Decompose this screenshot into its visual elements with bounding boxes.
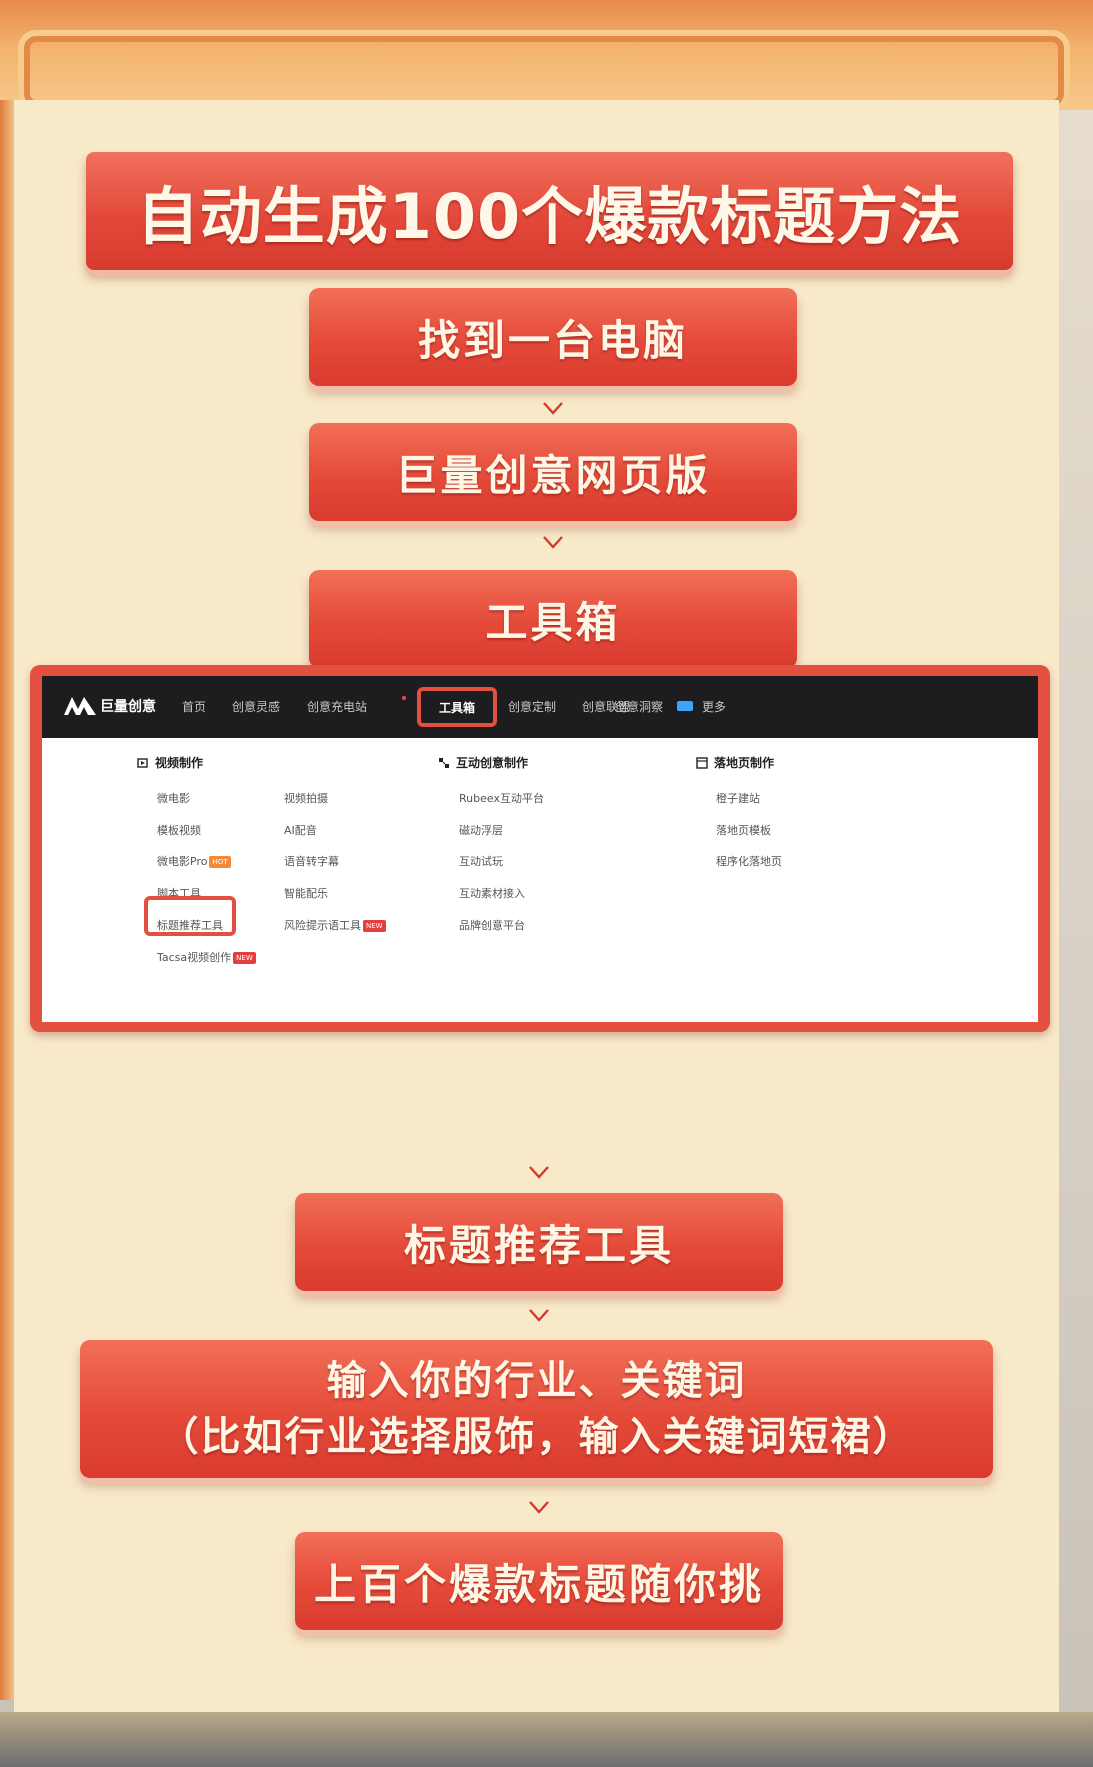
step-toolbox: 工具箱 xyxy=(309,570,797,668)
menu-link-micro-movie[interactable]: 微电影 xyxy=(157,790,190,806)
step-pick-titles: 上百个爆款标题随你挑 xyxy=(295,1532,783,1630)
chevron-down-icon xyxy=(527,1303,551,1327)
step-title-tool: 标题推荐工具 xyxy=(295,1193,783,1291)
video-icon xyxy=(137,757,148,768)
logo-text: 巨量创意 xyxy=(100,699,156,715)
step-find-computer: 找到一台电脑 xyxy=(309,288,797,386)
video-making-heading: 视频制作 xyxy=(137,754,203,771)
new-tag: NEW xyxy=(363,920,386,932)
menu-link-ai-dubbing[interactable]: AI配音 xyxy=(284,822,317,838)
menu-link-speech-to-subtitle[interactable]: 语音转字幕 xyxy=(284,853,339,869)
nav-item-inspiration[interactable]: 创意灵感 xyxy=(232,698,280,715)
menu-link-label: 风险提示语工具 xyxy=(284,919,361,932)
column-heading-label: 视频制作 xyxy=(155,756,204,770)
title-banner: 自动生成100个爆款标题方法 xyxy=(86,152,1013,270)
decorative-left-edge xyxy=(0,100,14,1700)
menu-link-smart-music[interactable]: 智能配乐 xyxy=(284,885,328,901)
page-canvas: 自动生成100个爆款标题方法 找到一台电脑 巨量创意网页版 工具箱 巨量创意 首… xyxy=(0,0,1093,1767)
menu-link-rubeex[interactable]: Rubeex互动平台 xyxy=(459,790,544,806)
nav-item-toolbox[interactable]: 工具箱 xyxy=(417,687,497,727)
new-tag: NEW xyxy=(233,952,256,964)
juliang-logo: 巨量创意 xyxy=(64,695,156,717)
menu-link-landing-template[interactable]: 落地页模板 xyxy=(716,822,771,838)
hot-tag: HOT xyxy=(209,856,231,868)
landing-page-heading: 落地页制作 xyxy=(696,754,774,771)
step-label: 巨量创意网页版 xyxy=(395,450,711,500)
nav-item-more[interactable]: 更多 xyxy=(702,698,726,715)
interactive-icon xyxy=(439,757,449,768)
menu-link-interactive-material[interactable]: 互动素材接入 xyxy=(459,885,525,901)
menu-link-floating-layer[interactable]: 磁动浮层 xyxy=(459,822,503,838)
new-badge xyxy=(677,701,693,711)
step-label: 工具箱 xyxy=(485,597,621,647)
chevron-down-icon xyxy=(541,530,565,554)
menu-link-programmatic-landing[interactable]: 程序化落地页 xyxy=(716,853,782,869)
chevron-down-icon xyxy=(527,1160,551,1184)
menu-link-tacsa-video[interactable]: Tacsa视频创作 NEW xyxy=(157,949,256,965)
menu-link-orange-site[interactable]: 橙子建站 xyxy=(716,790,760,806)
nav-item-custom[interactable]: 创意定制 xyxy=(508,698,556,715)
interactive-making-heading: 互动创意制作 xyxy=(438,754,528,771)
nav-item-toolbox-label: 工具箱 xyxy=(438,700,475,715)
menu-link-risk-tip-tool[interactable]: 风险提示语工具 NEW xyxy=(284,917,386,933)
nav-item-home[interactable]: 首页 xyxy=(182,698,206,715)
toolbox-screenshot: 巨量创意 首页 创意灵感 创意充电站 工具箱 创意定制 创意联盟 创意洞察 更多… xyxy=(30,665,1050,1032)
menu-link-interactive-trial[interactable]: 互动试玩 xyxy=(459,853,503,869)
screenshot-nav-bar: 巨量创意 首页 创意灵感 创意充电站 工具箱 创意定制 创意联盟 创意洞察 更多 xyxy=(42,676,1038,738)
landing-page-icon xyxy=(696,756,708,769)
menu-link-micro-movie-pro[interactable]: 微电影Pro HOT xyxy=(157,853,231,869)
notification-dot xyxy=(402,696,406,700)
toolbox-screenshot-content: 巨量创意 首页 创意灵感 创意充电站 工具箱 创意定制 创意联盟 创意洞察 更多… xyxy=(42,676,1038,1022)
step-enter-keywords: 输入你的行业、关键词 （比如行业选择服饰，输入关键词短裙） xyxy=(80,1340,993,1478)
step-line-2: （比如行业选择服饰，输入关键词短裙） xyxy=(158,1414,915,1460)
menu-link-label: 微电影Pro xyxy=(157,855,208,868)
page-title: 自动生成100个爆款标题方法 xyxy=(136,180,963,253)
step-label: 上百个爆款标题随你挑 xyxy=(313,1559,764,1609)
chevron-down-icon xyxy=(541,396,565,420)
step-label: 找到一台电脑 xyxy=(417,315,688,365)
nav-item-insight[interactable]: 创意洞察 xyxy=(615,698,663,715)
menu-link-label: Tacsa视频创作 xyxy=(157,951,232,964)
step-label: 标题推荐工具 xyxy=(403,1220,674,1270)
decorative-bottom-strip xyxy=(0,1712,1093,1767)
step-line-1: 输入你的行业、关键词 xyxy=(326,1358,747,1404)
chevron-down-icon xyxy=(527,1495,551,1519)
logo-mark-icon xyxy=(64,697,96,715)
step-juliang-web: 巨量创意网页版 xyxy=(309,423,797,521)
column-heading-label: 落地页制作 xyxy=(714,756,775,770)
title-tool-highlight xyxy=(144,896,236,936)
menu-link-brand-platform[interactable]: 品牌创意平台 xyxy=(459,917,525,933)
nav-item-charging-station[interactable]: 创意充电站 xyxy=(307,698,367,715)
menu-link-template-video[interactable]: 模板视频 xyxy=(157,822,201,838)
menu-link-video-shooting[interactable]: 视频拍摄 xyxy=(284,790,328,806)
column-heading-label: 互动创意制作 xyxy=(456,756,529,770)
